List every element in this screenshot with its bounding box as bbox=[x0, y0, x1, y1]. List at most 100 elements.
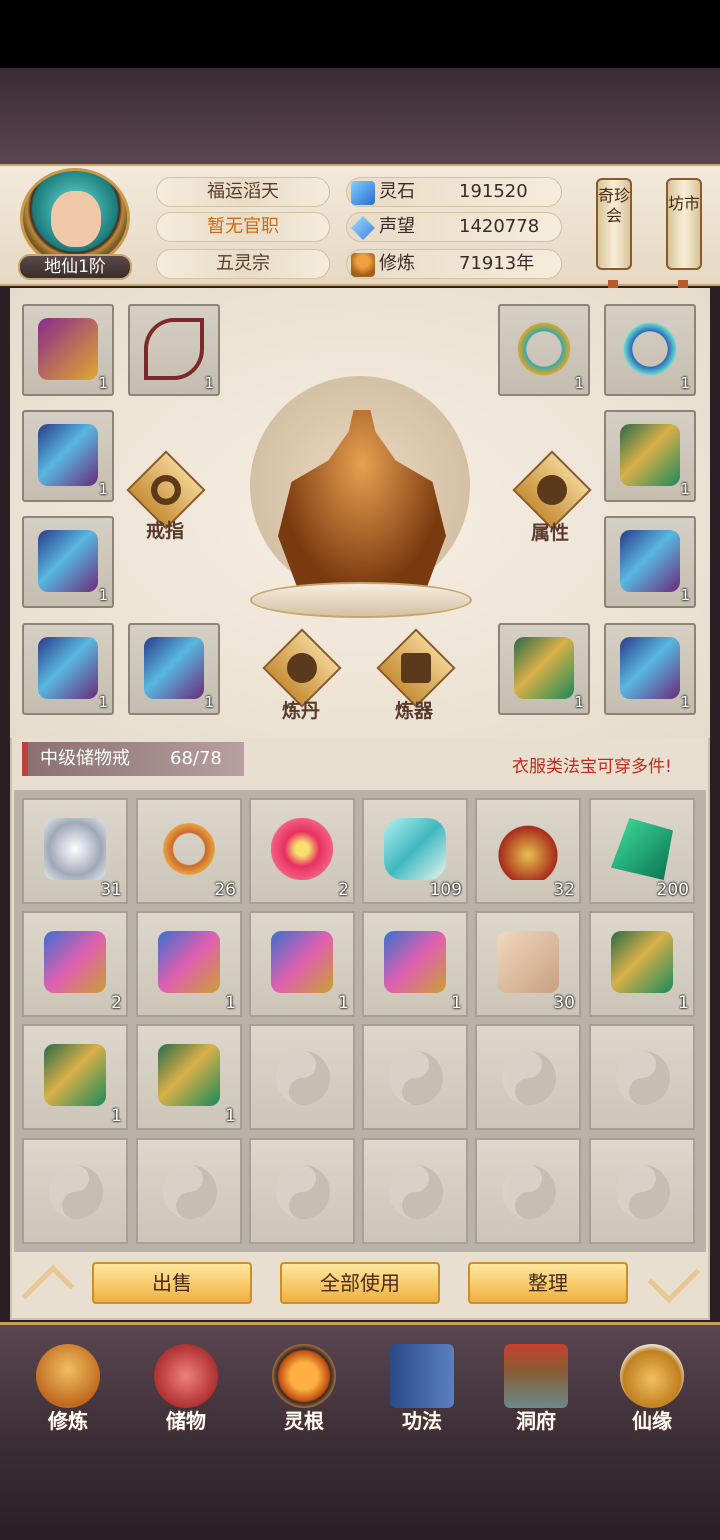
inventory-cell[interactable]: 200 bbox=[589, 798, 695, 904]
equip-slot[interactable]: 1 bbox=[604, 304, 696, 396]
empty-cell[interactable] bbox=[589, 1024, 695, 1130]
empty-cell[interactable] bbox=[362, 1138, 468, 1244]
cave-mansion-icon bbox=[504, 1344, 568, 1408]
inventory-cell[interactable]: 1 bbox=[362, 911, 468, 1017]
yin-yang-icon bbox=[276, 1051, 330, 1105]
scroll-icon bbox=[271, 931, 333, 993]
inventory-cell[interactable]: 26 bbox=[136, 798, 242, 904]
inventory-cell[interactable]: 30 bbox=[475, 911, 581, 1017]
empty-cell[interactable] bbox=[136, 1138, 242, 1244]
empty-cell[interactable] bbox=[22, 1138, 128, 1244]
teapot-icon bbox=[497, 818, 559, 880]
equip-slot[interactable]: 1 bbox=[22, 623, 114, 715]
item-count: 1 bbox=[98, 480, 108, 498]
inventory-cell[interactable]: 1 bbox=[589, 911, 695, 1017]
ring-icon bbox=[151, 475, 181, 505]
equip-slot[interactable]: 1 bbox=[498, 623, 590, 715]
status-bar-area bbox=[0, 0, 720, 68]
gold-ring-icon bbox=[158, 818, 220, 880]
nav-cave[interactable]: 洞府 bbox=[486, 1340, 586, 1440]
avatar[interactable] bbox=[20, 168, 130, 268]
yin-yang-icon bbox=[49, 1165, 103, 1219]
equip-slot[interactable]: 1 bbox=[22, 410, 114, 502]
inventory-cell[interactable]: 1 bbox=[249, 911, 355, 1017]
blue-robe-icon bbox=[620, 530, 680, 592]
ring-label: 戒指 bbox=[146, 520, 185, 542]
equip-slot[interactable]: 1 bbox=[604, 623, 696, 715]
resource-name: 灵石 bbox=[379, 181, 415, 202]
nav-label: 灵根 bbox=[284, 1409, 324, 1433]
equip-hint: 衣服类法宝可穿多件! bbox=[512, 757, 672, 777]
empty-cell[interactable] bbox=[589, 1138, 695, 1244]
nav-storage[interactable]: 储物 bbox=[136, 1340, 236, 1440]
bottom-banner bbox=[0, 1450, 720, 1540]
item-count: 1 bbox=[680, 374, 690, 392]
item-count: 1 bbox=[680, 693, 690, 711]
blue-robe-icon bbox=[38, 424, 98, 486]
sort-button[interactable]: 整理 bbox=[468, 1262, 628, 1304]
item-count: 1 bbox=[574, 693, 584, 711]
office-tag[interactable]: 暂无官职 bbox=[156, 212, 330, 242]
blue-ring-icon bbox=[620, 318, 680, 380]
nav-label: 仙缘 bbox=[632, 1409, 672, 1433]
title-tag[interactable]: 福运滔天 bbox=[156, 177, 330, 207]
yin-yang-icon bbox=[389, 1165, 443, 1219]
item-count: 200 bbox=[656, 880, 689, 900]
sell-button[interactable]: 出售 bbox=[92, 1262, 252, 1304]
scroll-icon bbox=[44, 931, 106, 993]
item-count: 32 bbox=[553, 880, 575, 900]
treasure-fair-button[interactable]: 奇珍会 bbox=[596, 178, 632, 270]
equip-slot[interactable]: 1 bbox=[604, 516, 696, 608]
item-count: 1 bbox=[680, 586, 690, 604]
bow-icon bbox=[144, 318, 204, 380]
scroll-icon bbox=[384, 931, 446, 993]
item-count: 1 bbox=[225, 1106, 236, 1126]
inventory-cell[interactable]: 2 bbox=[22, 911, 128, 1017]
inventory-cell[interactable]: 32 bbox=[475, 798, 581, 904]
use-all-button[interactable]: 全部使用 bbox=[280, 1262, 440, 1304]
item-count: 1 bbox=[204, 693, 214, 711]
empty-cell[interactable] bbox=[475, 1138, 581, 1244]
inventory-cell[interactable]: 1 bbox=[22, 1024, 128, 1130]
equip-slot[interactable]: 1 bbox=[128, 623, 220, 715]
resource-value: 71913年 bbox=[459, 253, 535, 274]
green-armor-icon bbox=[620, 424, 680, 486]
anvil-icon bbox=[401, 653, 431, 683]
nav-cultivate[interactable]: 修炼 bbox=[18, 1340, 118, 1440]
green-armor-icon bbox=[611, 931, 673, 993]
nav-spirit-root[interactable]: 灵根 bbox=[254, 1340, 354, 1440]
inventory-cell[interactable]: 1 bbox=[136, 1024, 242, 1130]
sect-tag[interactable]: 五灵宗 bbox=[156, 249, 330, 279]
spirit-stone-icon bbox=[351, 181, 375, 205]
pedestal bbox=[250, 582, 472, 618]
yin-yang-icon bbox=[389, 1051, 443, 1105]
item-count: 1 bbox=[111, 1106, 122, 1126]
inventory-cell[interactable]: 2 bbox=[249, 798, 355, 904]
empty-cell[interactable] bbox=[249, 1024, 355, 1130]
equip-slot[interactable]: 1 bbox=[128, 304, 220, 396]
equip-slot[interactable]: 1 bbox=[22, 304, 114, 396]
empty-cell[interactable] bbox=[249, 1138, 355, 1244]
nav-immortal-fate[interactable]: 仙缘 bbox=[602, 1340, 702, 1440]
scroll-icon bbox=[158, 931, 220, 993]
market-button[interactable]: 坊市 bbox=[666, 178, 702, 270]
spirit-stone-row: 灵石 191520 bbox=[346, 177, 562, 207]
empty-cell[interactable] bbox=[475, 1024, 581, 1130]
market-label: 坊市 bbox=[668, 194, 701, 213]
nav-label: 储物 bbox=[166, 1409, 206, 1433]
equip-slot[interactable]: 1 bbox=[498, 304, 590, 396]
equip-slot[interactable]: 1 bbox=[604, 410, 696, 502]
blue-robe-icon bbox=[38, 530, 98, 592]
forge-label: 炼器 bbox=[395, 700, 434, 722]
attributes-icon bbox=[537, 475, 567, 505]
inventory-cell[interactable]: 1 bbox=[136, 911, 242, 1017]
equip-slot[interactable]: 1 bbox=[22, 516, 114, 608]
item-count: 26 bbox=[214, 880, 236, 900]
cauldron-icon bbox=[287, 653, 317, 683]
inventory-cell[interactable]: 109 bbox=[362, 798, 468, 904]
reputation-row: 声望 1420778 bbox=[346, 212, 562, 242]
nav-technique[interactable]: 功法 bbox=[372, 1340, 472, 1440]
inventory-cell[interactable]: 31 bbox=[22, 798, 128, 904]
blue-robe-icon bbox=[144, 637, 204, 699]
empty-cell[interactable] bbox=[362, 1024, 468, 1130]
